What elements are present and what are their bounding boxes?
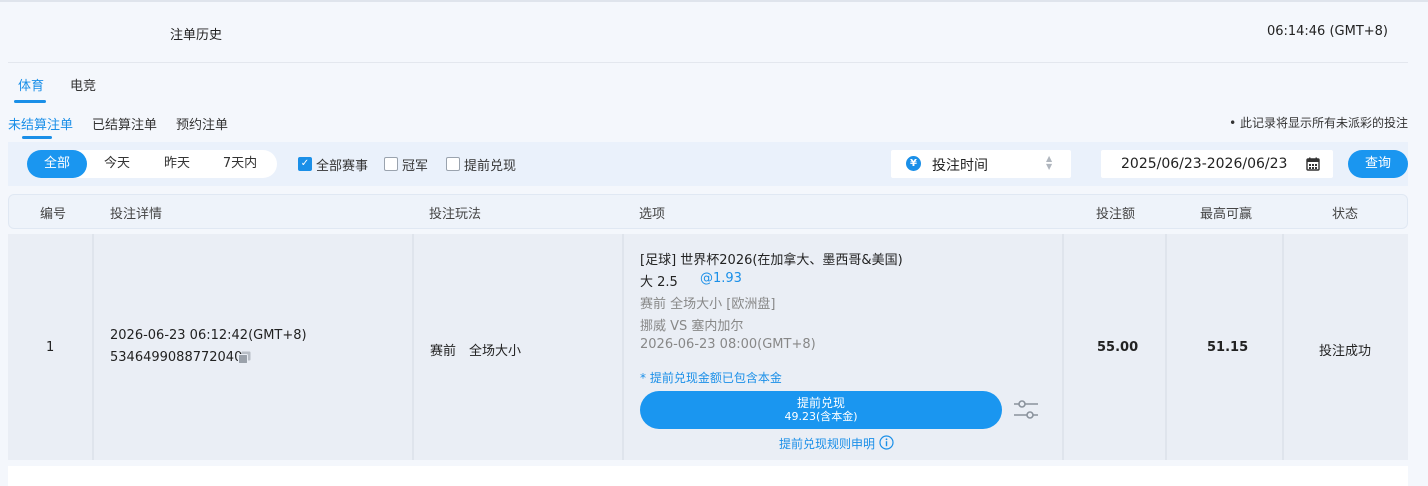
header-divider — [8, 62, 1408, 63]
subtab-active-indicator — [22, 136, 52, 139]
checkbox-icon — [384, 157, 398, 171]
period-today[interactable]: 今天 — [87, 150, 147, 178]
col-status: 状态 — [1332, 207, 1359, 222]
bet-id: 5346499088772040 — [110, 350, 243, 365]
yen-icon: ¥ — [906, 156, 921, 171]
info-icon[interactable] — [879, 435, 894, 450]
table-bottom — [8, 466, 1408, 486]
cashout-button-label: 提前兑现 — [796, 396, 845, 410]
sort-select-value: 投注时间 — [932, 158, 988, 174]
odds-value: @1.93 — [700, 271, 742, 286]
info-note: • 此记录将显示所有未派彩的投注 — [1229, 116, 1408, 130]
column-divider — [1165, 234, 1167, 460]
slider-settings-icon[interactable] — [1013, 398, 1039, 422]
checkbox-checked-icon: ✓ — [298, 157, 312, 171]
col-stake: 投注额 — [1096, 207, 1136, 222]
column-divider — [1282, 234, 1284, 460]
stake-amount: 55.00 — [1097, 340, 1139, 355]
cashout-checkbox[interactable]: 提前兑现 — [446, 156, 516, 174]
period-all[interactable]: 全部 — [27, 150, 87, 178]
column-divider — [622, 234, 624, 460]
column-divider — [412, 234, 414, 460]
checkbox-icon — [446, 157, 460, 171]
cashout-button[interactable]: 提前兑现 49.23(含本金) — [640, 391, 1002, 429]
bet-time: 2026-06-23 06:12:42(GMT+8) — [110, 328, 307, 343]
calendar-icon[interactable] — [1306, 157, 1320, 171]
max-win-amount: 51.15 — [1207, 340, 1249, 355]
cashout-amount: 49.23(含本金) — [784, 410, 858, 423]
col-number: 编号 — [40, 207, 67, 222]
tab-reserved[interactable]: 预约注单 — [176, 114, 228, 133]
tab-active-indicator — [14, 100, 46, 103]
table-header — [8, 194, 1408, 229]
col-bet-type: 投注玩法 — [429, 207, 482, 222]
bet-play-type: 赛前 全场大小 — [430, 344, 522, 359]
tab-unsettled[interactable]: 未结算注单 — [8, 114, 73, 133]
selection-value: 大 2.5 — [640, 275, 678, 290]
col-selection: 选项 — [639, 207, 666, 222]
tab-sports[interactable]: 体育 — [18, 75, 44, 94]
page-title: 注单历史 — [170, 28, 223, 43]
col-bet-details: 投注详情 — [110, 207, 163, 222]
tab-esports[interactable]: 电竞 — [70, 75, 96, 94]
period-yesterday[interactable]: 昨天 — [147, 150, 207, 178]
outright-checkbox[interactable]: 冠军 — [384, 156, 428, 174]
query-button[interactable]: 查询 — [1348, 150, 1408, 178]
column-divider — [1062, 234, 1064, 460]
sort-arrows-icon: ▲ ▼ — [1046, 154, 1053, 171]
period-7days[interactable]: 7天内 — [207, 150, 273, 178]
all-events-checkbox[interactable]: ✓ 全部赛事 — [298, 156, 368, 174]
bet-status: 投注成功 — [1319, 344, 1372, 359]
market-name: 赛前 全场大小 [欧洲盘] — [640, 297, 776, 312]
date-range-value: 2025/06/23-2026/06/23 — [1121, 156, 1288, 172]
match-time: 2026-06-23 08:00(GMT+8) — [640, 337, 816, 352]
row-number: 1 — [46, 340, 55, 355]
col-max-win: 最高可赢 — [1200, 207, 1253, 222]
cashout-rules-link[interactable]: 提前兑现规则申明 — [779, 435, 875, 452]
column-divider — [92, 234, 94, 460]
tab-settled[interactable]: 已结算注单 — [92, 114, 157, 133]
cashout-note: * 提前兑现金额已包含本金 — [640, 371, 782, 385]
league-name: [足球] 世界杯2026(在加拿大、墨西哥&美国) — [640, 253, 903, 268]
clock: 06:14:46 (GMT+8) — [1266, 24, 1388, 39]
copy-icon[interactable] — [238, 351, 251, 364]
match-name: 挪威 VS 塞内加尔 — [640, 319, 744, 334]
